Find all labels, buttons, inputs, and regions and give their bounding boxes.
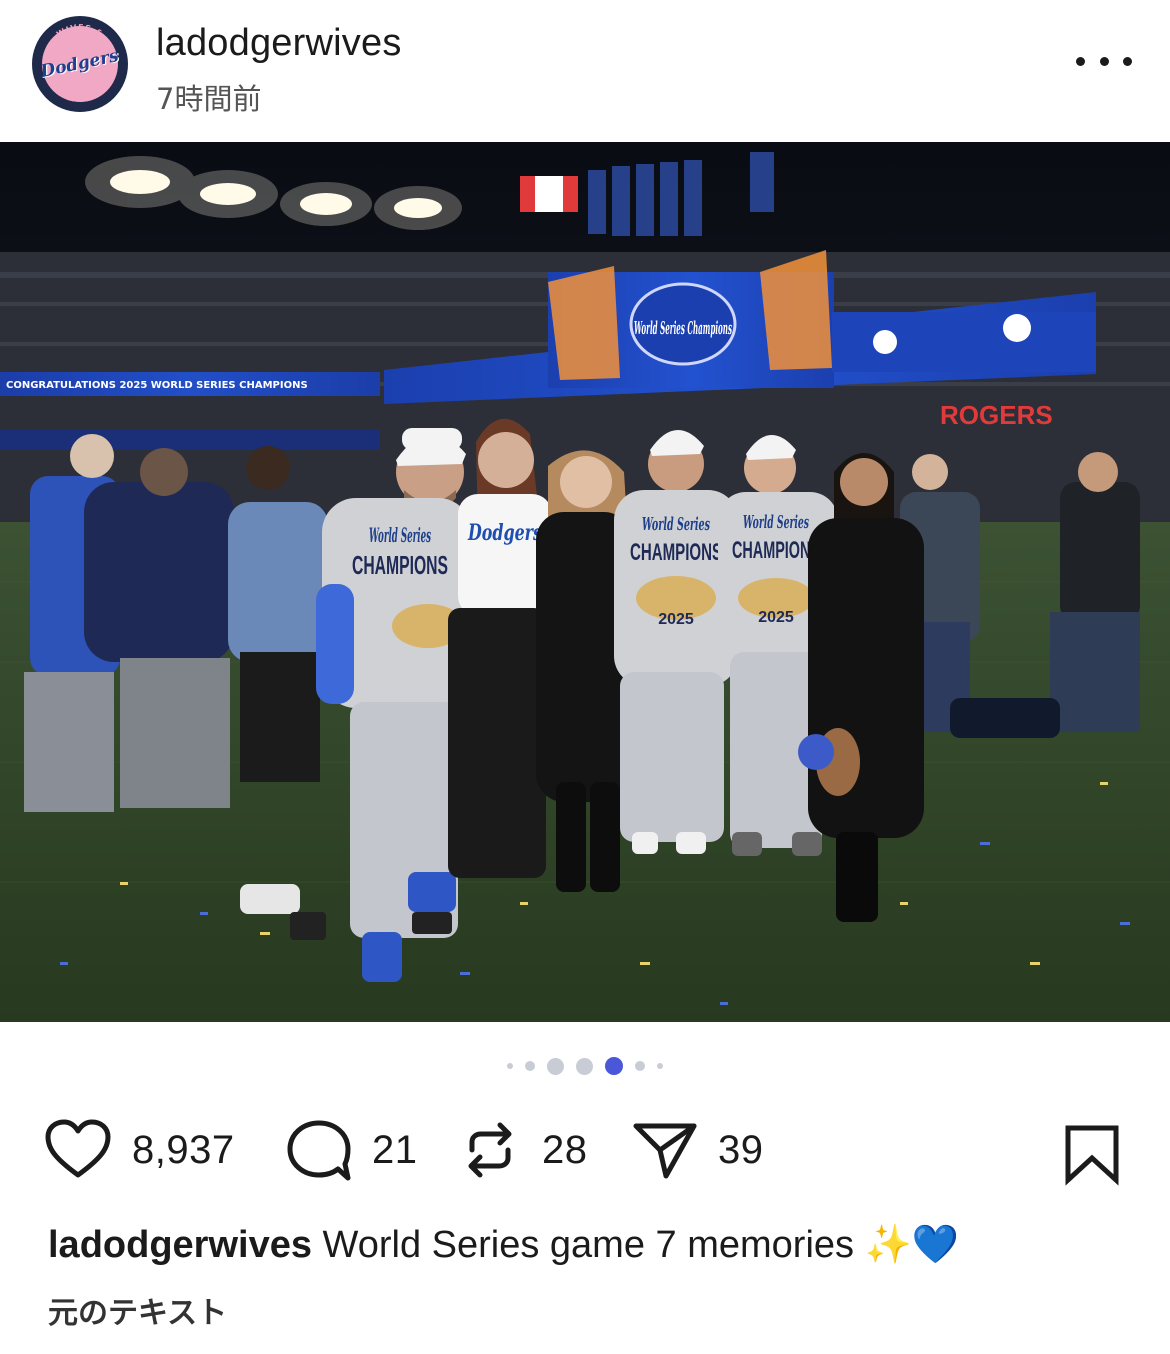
tshirt-text: CHAMPIONS [352, 550, 448, 580]
caption-username[interactable]: ladodgerwives [48, 1224, 312, 1266]
carousel-indicator [0, 1056, 1170, 1076]
svg-text:WIVES &: WIVES & [55, 23, 105, 39]
tshirt-text: CHAMPIONS [732, 537, 820, 564]
carousel-dot[interactable] [525, 1061, 535, 1071]
ellipsis-dot [1076, 56, 1085, 66]
tshirt-text: World Series [369, 523, 431, 547]
post-photo[interactable]: CONGRATULATIONS 2025 WORLD SERIES CHAMPI… [0, 142, 1170, 1022]
caption-text: World Series game 7 memories [322, 1224, 855, 1266]
like-button[interactable]: 8,937 [44, 1110, 235, 1190]
heart-icon [45, 1119, 111, 1178]
post-username[interactable]: ladodgerwives [156, 22, 402, 65]
ellipsis-dot [1099, 56, 1109, 66]
caption-emojis: ✨💙 [864, 1222, 960, 1266]
bookmark-icon [1065, 1125, 1119, 1186]
share-count: 39 [718, 1127, 764, 1172]
avatar-ring-bottom: GIRLFRIENDS [53, 86, 107, 104]
carousel-dot[interactable] [576, 1057, 593, 1075]
tshirt-text: CHAMPIONS [630, 539, 722, 566]
post-caption: ladodgerwives World Series game 7 memori… [48, 1218, 1138, 1271]
share-button[interactable]: 39 [632, 1110, 764, 1190]
stadium-celebration-image: CONGRATULATIONS 2025 WORLD SERIES CHAMPI… [0, 142, 1170, 1022]
repost-count: 28 [542, 1127, 588, 1172]
jersey-text: Dodgers [467, 520, 542, 546]
svg-text:GIRLFRIENDS: GIRLFRIENDS [53, 86, 108, 104]
post-timestamp: 7時間前 [156, 82, 262, 116]
ellipsis-dot [1123, 56, 1132, 66]
avatar-ring: WIVES & GIRLFRIENDS [53, 23, 108, 104]
tshirt-text: World Series [642, 514, 710, 535]
send-icon [633, 1123, 697, 1179]
tshirt-year: 2025 [658, 611, 694, 628]
comment-icon [287, 1120, 351, 1181]
save-button[interactable] [1060, 1122, 1124, 1186]
repost-button[interactable]: 28 [458, 1110, 588, 1190]
comment-button[interactable]: 21 [286, 1110, 418, 1190]
carousel-dot[interactable] [657, 1063, 663, 1069]
repost-icon [468, 1122, 512, 1178]
carousel-dot[interactable] [507, 1063, 513, 1069]
avatar[interactable]: Dodgers WIVES & GIRLFRIENDS [32, 16, 128, 112]
sponsor-sign: ROGERS [940, 400, 1053, 430]
ellipsis-icon[interactable] [1076, 46, 1132, 76]
tshirt-text: World Series [743, 512, 809, 533]
ribbon-board-text: CONGRATULATIONS 2025 WORLD SERIES CHAMPI… [6, 380, 308, 391]
scoreboard-title: World Series Champions [634, 318, 732, 339]
like-count: 8,937 [132, 1127, 235, 1172]
carousel-dot[interactable] [635, 1061, 645, 1071]
post-header: Dodgers WIVES & GIRLFRIENDS ladodgerwive… [0, 0, 1170, 142]
action-bar: 8,937 21 28 39 [0, 1110, 1170, 1190]
avatar-ring-top: WIVES & [55, 23, 104, 39]
comment-count: 21 [372, 1127, 418, 1172]
see-original-link[interactable]: 元のテキスト [48, 1288, 227, 1332]
tshirt-year: 2025 [758, 609, 794, 626]
carousel-dot-active[interactable] [605, 1057, 623, 1075]
carousel-dot[interactable] [547, 1057, 564, 1075]
